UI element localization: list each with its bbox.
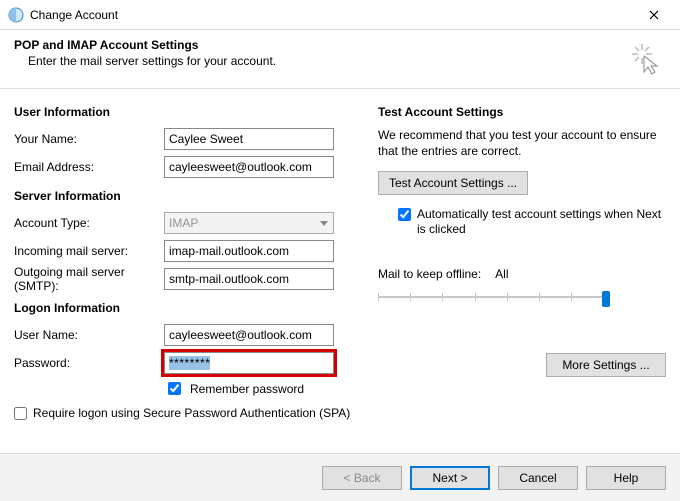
next-button[interactable]: Next > xyxy=(410,466,490,490)
label-outgoing: Outgoing mail server (SMTP): xyxy=(14,265,164,293)
header-subtitle: Enter the mail server settings for your … xyxy=(28,54,626,68)
mail-offline-slider[interactable] xyxy=(378,287,608,307)
require-spa-checkbox[interactable] xyxy=(14,407,27,420)
back-button: < Back xyxy=(322,466,402,490)
mail-offline-area: Mail to keep offline: All xyxy=(378,267,666,307)
titlebar: Change Account xyxy=(0,0,680,30)
label-your-name: Your Name: xyxy=(14,132,164,146)
label-incoming: Incoming mail server: xyxy=(14,244,164,258)
email-input[interactable] xyxy=(164,156,334,178)
wizard-body: User Information Your Name: Email Addres… xyxy=(0,89,680,427)
remember-password-checkbox[interactable] xyxy=(168,382,181,395)
password-highlight: ******** xyxy=(164,352,334,374)
section-user-info: User Information xyxy=(14,105,354,119)
wizard-footer: < Back Next > Cancel Help xyxy=(0,453,680,501)
label-username: User Name: xyxy=(14,328,164,342)
label-auto-test: Automatically test account settings when… xyxy=(417,207,666,237)
label-password: Password: xyxy=(14,356,164,370)
mail-offline-value: All xyxy=(495,267,508,281)
section-test: Test Account Settings xyxy=(378,105,666,119)
close-button[interactable] xyxy=(632,0,676,30)
incoming-server-input[interactable] xyxy=(164,240,334,262)
left-column: User Information Your Name: Email Addres… xyxy=(14,105,354,427)
close-icon xyxy=(649,10,659,20)
password-input[interactable]: ******** xyxy=(164,352,334,374)
cursor-icon xyxy=(626,38,666,78)
label-mail-offline: Mail to keep offline: xyxy=(378,267,481,281)
section-logon-info: Logon Information xyxy=(14,301,354,315)
label-require-spa: Require logon using Secure Password Auth… xyxy=(33,406,354,421)
account-type-select: IMAP xyxy=(164,212,334,234)
section-server-info: Server Information xyxy=(14,189,354,203)
more-settings-button[interactable]: More Settings ... xyxy=(546,353,666,377)
window-title: Change Account xyxy=(30,8,632,22)
your-name-input[interactable] xyxy=(164,128,334,150)
header-title: POP and IMAP Account Settings xyxy=(14,38,626,52)
label-remember-password: Remember password xyxy=(190,382,304,396)
slider-thumb[interactable] xyxy=(602,291,610,307)
app-icon xyxy=(8,7,24,23)
cancel-button[interactable]: Cancel xyxy=(498,466,578,490)
label-email: Email Address: xyxy=(14,160,164,174)
outgoing-server-input[interactable] xyxy=(164,268,334,290)
auto-test-checkbox[interactable] xyxy=(398,208,411,221)
username-input[interactable] xyxy=(164,324,334,346)
help-button[interactable]: Help xyxy=(586,466,666,490)
test-description: We recommend that you test your account … xyxy=(378,127,666,159)
right-column: Test Account Settings We recommend that … xyxy=(378,105,666,427)
label-account-type: Account Type: xyxy=(14,216,164,230)
wizard-header: POP and IMAP Account Settings Enter the … xyxy=(0,30,680,89)
test-account-settings-button[interactable]: Test Account Settings ... xyxy=(378,171,528,195)
